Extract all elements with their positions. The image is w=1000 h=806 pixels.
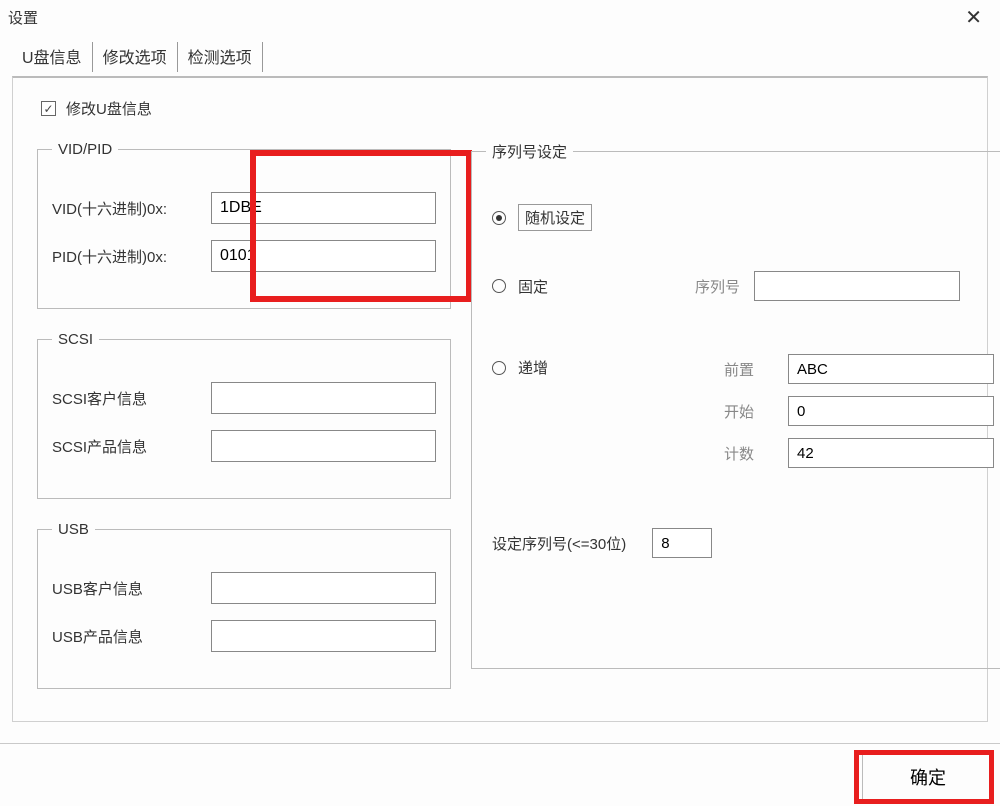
usb-product-input[interactable] [211,620,436,652]
scsi-product-input[interactable] [211,430,436,462]
content: U盘信息 修改选项 检测选项 ✓ 修改U盘信息 VID/PID VID(十六进制… [0,32,1000,722]
scsi-product-label: SCSI产品信息 [52,436,207,457]
close-icon[interactable]: ✕ [959,5,988,30]
serial-fixed-serial-label: 序列号 [680,276,740,297]
serial-fixed-row: 固定 序列号 [492,271,994,301]
usb-product-row: USB产品信息 [52,620,436,652]
usb-legend: USB [52,521,95,538]
tab-separator [177,42,178,72]
modify-info-checkbox-row: ✓ 修改U盘信息 [41,98,963,119]
serial-prefix-label: 前置 [694,359,754,380]
serial-length-row: 设定序列号(<=30位) [492,528,994,558]
usb-customer-row: USB客户信息 [52,572,436,604]
titlebar: 设置 ✕ [0,0,1000,32]
columns: VID/PID VID(十六进制)0x: PID(十六进制)0x: SCSI S… [37,141,963,711]
serial-random-row: 随机设定 [492,204,994,231]
usb-customer-label: USB客户信息 [52,578,207,599]
highlight-box [250,150,472,302]
scsi-customer-input[interactable] [211,382,436,414]
ok-button[interactable]: 确定 [862,754,994,800]
modify-info-checkbox-label: 修改U盘信息 [66,98,152,119]
footer-button-wrap: 确定 [862,744,994,800]
window-title: 设置 [8,7,38,28]
vid-input[interactable] [211,192,436,224]
serial-incr-radio[interactable] [492,361,506,375]
serial-length-label: 设定序列号(<=30位) [492,533,626,554]
tab-separator [92,42,93,72]
serial-group: 序列号设定 随机设定 固定 序列号 [471,141,1000,669]
serial-prefix-input[interactable] [788,354,994,384]
column-left: VID/PID VID(十六进制)0x: PID(十六进制)0x: SCSI S… [37,141,451,711]
serial-start-label: 开始 [694,401,754,422]
pid-row: PID(十六进制)0x: [52,240,436,272]
tab-separator [262,42,263,72]
tabs: U盘信息 修改选项 检测选项 [12,36,988,78]
serial-legend: 序列号设定 [486,141,573,162]
tab-modify-options[interactable]: 修改选项 [99,36,171,78]
scsi-customer-label: SCSI客户信息 [52,388,207,409]
pid-input[interactable] [211,240,436,272]
tab-detect-options[interactable]: 检测选项 [184,36,256,78]
vid-label: VID(十六进制)0x: [52,198,207,219]
serial-incr-fields: 前置 开始 计数 [694,354,994,468]
scsi-group: SCSI SCSI客户信息 SCSI产品信息 [37,331,451,499]
serial-incr-label: 递增 [518,357,548,378]
usb-product-label: USB产品信息 [52,626,207,647]
scsi-product-row: SCSI产品信息 [52,430,436,462]
pid-label: PID(十六进制)0x: [52,246,207,267]
usb-customer-input[interactable] [211,572,436,604]
serial-fixed-fields: 序列号 [680,271,960,301]
serial-count-label: 计数 [694,443,754,464]
footer: 确定 [0,743,1000,800]
serial-fixed-label: 固定 [518,276,548,297]
modify-info-checkbox[interactable]: ✓ [41,101,56,116]
tab-u-disk-info[interactable]: U盘信息 [18,36,86,78]
serial-length-input[interactable] [652,528,712,558]
scsi-customer-row: SCSI客户信息 [52,382,436,414]
serial-fixed-serial-input[interactable] [754,271,960,301]
column-right: 序列号设定 随机设定 固定 序列号 [471,141,1000,711]
vid-pid-group: VID/PID VID(十六进制)0x: PID(十六进制)0x: [37,141,451,309]
serial-count-input[interactable] [788,438,994,468]
vid-pid-legend: VID/PID [52,141,118,158]
vid-row: VID(十六进制)0x: [52,192,436,224]
usb-group: USB USB客户信息 USB产品信息 [37,521,451,689]
serial-start-input[interactable] [788,396,994,426]
serial-random-label: 随机设定 [518,204,592,231]
tab-pane: ✓ 修改U盘信息 VID/PID VID(十六进制)0x: PID(十六进制)0… [12,76,988,722]
serial-fixed-radio[interactable] [492,279,506,293]
scsi-legend: SCSI [52,331,99,348]
serial-random-radio[interactable] [492,211,506,225]
